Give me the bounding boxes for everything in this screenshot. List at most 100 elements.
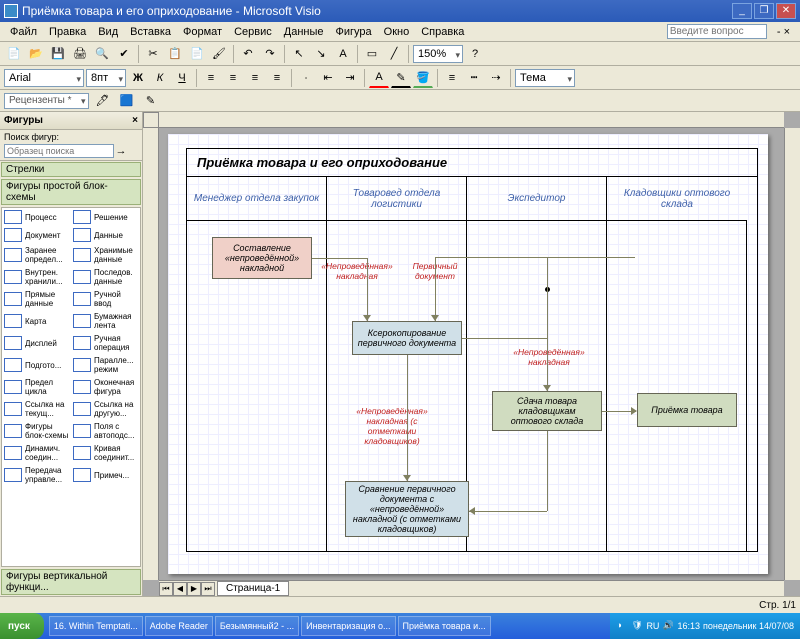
shape-item[interactable]: Подгото... [2,354,71,376]
shape-item[interactable]: Внутрен. хранили... [2,266,71,288]
shape-item[interactable]: Кривая соединит... [71,442,140,464]
stencil-arrows[interactable]: Стрелки [1,162,141,177]
justify-button[interactable]: ≡ [267,68,287,88]
stencil-flowchart[interactable]: Фигуры простой блок-схемы [1,179,141,205]
drawing-area[interactable]: Приёмка товара и его оприходование Менед… [143,112,800,596]
menu-dash[interactable]: - × [771,24,796,40]
align-center-button[interactable]: ≡ [223,68,243,88]
shape-search-input[interactable] [4,144,114,158]
tab-next[interactable]: ▶ [187,582,201,596]
reviewers-select[interactable]: Рецензенты * [4,93,89,109]
cut-button[interactable]: ✂ [143,44,163,64]
shape-item[interactable]: Фигуры блок-схемы [2,420,71,442]
stencil-crossfunc[interactable]: Фигуры вертикальной функци... [1,569,141,595]
restore-button[interactable]: ❐ [754,3,774,19]
box-compose[interactable]: Составление «непроведённой» накладной [212,237,312,279]
vertical-scrollbar[interactable] [784,128,800,580]
bullets-button[interactable]: ∙ [296,68,316,88]
taskbar-item[interactable]: Приёмка товара и... [398,616,491,636]
box-compare[interactable]: Сравнение первичного документа с «непров… [345,481,469,537]
tab-last[interactable]: ⏭ [201,582,215,596]
shape-item[interactable]: Процесс [2,208,71,226]
start-button[interactable]: пуск [0,613,44,639]
menu-data[interactable]: Данные [278,24,330,40]
shape-item[interactable]: Карта [2,310,71,332]
line-color-button[interactable]: ✎ [391,68,411,88]
paste-button[interactable]: 📄 [187,44,207,64]
zoom-select[interactable]: 150% [413,45,463,63]
text-tool[interactable]: A [333,44,353,64]
tab-prev[interactable]: ◀ [173,582,187,596]
tab-first[interactable]: ⏮ [159,582,173,596]
format-painter-button[interactable]: 🖌 [209,44,229,64]
line-pattern-button[interactable]: ┅ [464,68,484,88]
shape-item[interactable]: Оконечная фигура [71,376,140,398]
tray-icon[interactable]: 🔊 [662,620,674,632]
shape-item[interactable]: Последов. данные [71,266,140,288]
undo-button[interactable]: ↶ [238,44,258,64]
menu-view[interactable]: Вид [92,24,124,40]
minimize-button[interactable]: _ [732,3,752,19]
review-next-button[interactable]: 🟦 [117,91,137,111]
search-go-button[interactable]: → [114,144,128,158]
tray-icon[interactable]: 🛡 [631,620,643,632]
shape-item[interactable]: Примеч... [71,464,140,486]
tray-lang[interactable]: RU [646,621,659,631]
menu-format[interactable]: Формат [177,24,228,40]
open-button[interactable]: 📂 [26,44,46,64]
system-tray[interactable]: ◑ 🛡 RU 🔊 16:13 понедельник 14/07/08 [610,613,800,639]
shape-item[interactable]: Паралле... режим [71,354,140,376]
shape-item[interactable]: Дисплей [2,332,71,354]
line-ends-button[interactable]: ⇢ [486,68,506,88]
fill-color-button[interactable]: 🪣 [413,68,433,88]
line-tool[interactable]: ╱ [384,44,404,64]
theme-select[interactable]: Тема [515,69,575,87]
line-weight-button[interactable]: ≡ [442,68,462,88]
box-deliver[interactable]: Сдача товара кладовщикам оптового склада [492,391,602,431]
menu-help[interactable]: Справка [415,24,470,40]
preview-button[interactable]: 🔍 [92,44,112,64]
review-ink-button[interactable]: 🖊 [93,91,113,111]
shape-item[interactable]: Прямые данные [2,288,71,310]
taskbar-item[interactable]: Adobe Reader [145,616,213,636]
bold-button[interactable]: Ж [128,68,148,88]
indent-inc-button[interactable]: ⇥ [340,68,360,88]
shape-item[interactable]: Заранее определ... [2,244,71,266]
underline-button[interactable]: Ч [172,68,192,88]
size-select[interactable]: 8пт [86,69,126,87]
menu-shape[interactable]: Фигура [330,24,378,40]
shapes-panel-close[interactable]: × [132,115,138,126]
redo-button[interactable]: ↷ [260,44,280,64]
box-receive[interactable]: Приёмка товара [637,393,737,427]
pointer-tool[interactable]: ↖ [289,44,309,64]
help-question-input[interactable] [667,24,767,39]
shape-item[interactable]: Хранимые данные [71,244,140,266]
shape-item[interactable]: Передача управле... [2,464,71,486]
menu-insert[interactable]: Вставка [124,24,177,40]
align-left-button[interactable]: ≡ [201,68,221,88]
box-xerox[interactable]: Ксерокопирование первичного документа [352,321,462,355]
shape-item[interactable]: Динамич. соедин... [2,442,71,464]
taskbar-item[interactable]: 16. Within Temptati... [49,616,143,636]
shape-item[interactable]: Данные [71,226,140,244]
taskbar-item[interactable]: Инвентаризация о... [301,616,395,636]
rectangle-tool[interactable]: ▭ [362,44,382,64]
menu-file[interactable]: Файл [4,24,43,40]
shape-item[interactable]: Документ [2,226,71,244]
shape-item[interactable]: Бумажная лента [71,310,140,332]
menu-edit[interactable]: Правка [43,24,92,40]
save-button[interactable]: 💾 [48,44,68,64]
drawing-page[interactable]: Приёмка товара и его оприходование Менед… [168,134,768,574]
page-tab-1[interactable]: Страница-1 [217,581,289,596]
close-button[interactable]: ✕ [776,3,796,19]
shape-item[interactable]: Поля с автоподс... [71,420,140,442]
taskbar-item[interactable]: Безымянный2 - ... [215,616,299,636]
copy-button[interactable]: 📋 [165,44,185,64]
print-button[interactable]: 🖨 [70,44,90,64]
font-color-button[interactable]: A [369,68,389,88]
indent-dec-button[interactable]: ⇤ [318,68,338,88]
menu-window[interactable]: Окно [378,24,416,40]
shape-item[interactable]: Ручная операция [71,332,140,354]
help-button[interactable]: ? [465,44,485,64]
font-select[interactable]: Arial [4,69,84,87]
